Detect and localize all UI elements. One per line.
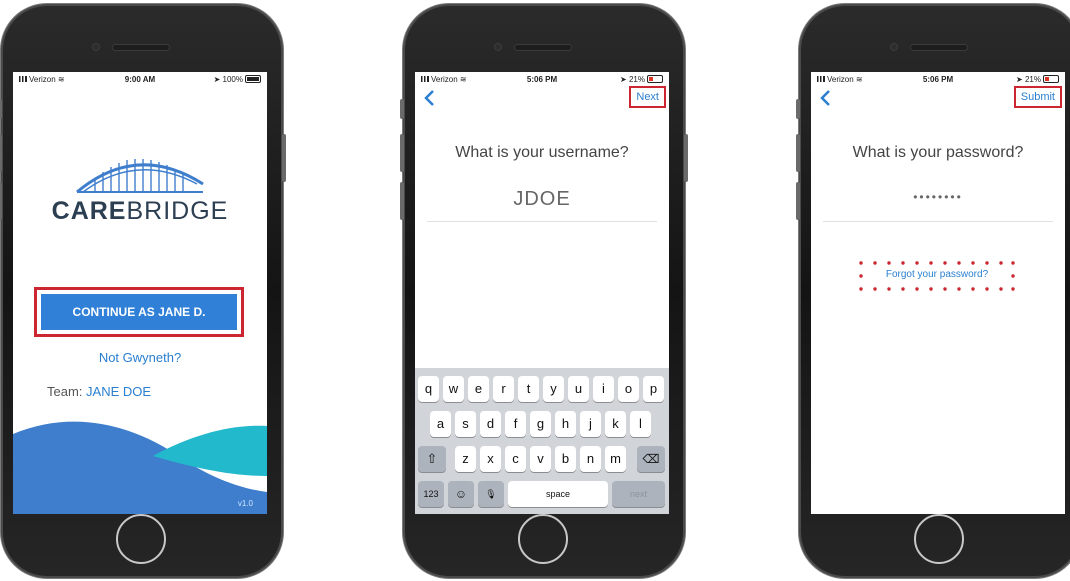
team-label: Team: xyxy=(47,384,83,399)
volume-down-button xyxy=(0,182,2,220)
side-button xyxy=(0,99,2,119)
username-input[interactable]: JDOE xyxy=(415,188,669,211)
volume-up-button xyxy=(400,134,404,172)
volume-up-button xyxy=(0,134,2,172)
shift-key-icon[interactable]: ⇧ xyxy=(418,446,446,472)
phone-2: Verizon ≋ 5:06 PM ➤ 21% Next What is you… xyxy=(400,4,688,578)
nav-bar: Next xyxy=(415,86,669,112)
key[interactable]: p xyxy=(643,376,664,402)
on-screen-keyboard: q w e r t y u i o p a s d f g h j k l ⇧ … xyxy=(415,368,669,514)
keyboard-row-1: q w e r t y u i o p xyxy=(415,376,669,402)
key[interactable]: t xyxy=(518,376,539,402)
team-value[interactable]: JANE DOE xyxy=(86,384,151,399)
key[interactable]: m xyxy=(605,446,626,472)
back-chevron-icon[interactable] xyxy=(423,89,435,107)
home-button[interactable] xyxy=(914,514,964,564)
earpiece-speaker xyxy=(113,45,169,50)
keyboard-row-2: a s d f g h j k l xyxy=(415,411,669,437)
wave-decoration xyxy=(13,421,267,514)
front-camera xyxy=(495,44,501,50)
status-bar: Verizon ≋ 9:00 AM ➤ 100% xyxy=(13,72,267,86)
battery-icon xyxy=(1043,75,1059,83)
username-screen: Verizon ≋ 5:06 PM ➤ 21% Next What is you… xyxy=(415,72,669,514)
team-info: Team: JANE DOE xyxy=(47,384,151,399)
login-screen: Verizon ≋ 9:00 AM ➤ 100% CAREBRIDGE CONT… xyxy=(13,72,267,514)
key[interactable]: b xyxy=(555,446,576,472)
input-underline xyxy=(427,221,657,222)
keyboard-row-4: 123 ☺ 🎙 space next xyxy=(415,481,669,507)
front-camera xyxy=(891,44,897,50)
key[interactable]: v xyxy=(530,446,551,472)
power-button xyxy=(282,134,286,182)
key[interactable]: s xyxy=(455,411,476,437)
keyboard-row-3: ⇧ z x c v b n m ⌫ xyxy=(415,446,669,472)
password-screen: Verizon ≋ 5:06 PM ➤ 21% Submit What is y… xyxy=(811,72,1065,514)
battery-icon xyxy=(647,75,663,83)
status-bar: Verizon ≋ 5:06 PM ➤ 21% xyxy=(811,72,1065,86)
key[interactable]: d xyxy=(480,411,501,437)
not-user-link[interactable]: Not Gwyneth? xyxy=(13,350,267,365)
username-question: What is your username? xyxy=(455,144,629,161)
key[interactable]: x xyxy=(480,446,501,472)
key[interactable]: i xyxy=(593,376,614,402)
phone-1: Verizon ≋ 9:00 AM ➤ 100% CAREBRIDGE CONT… xyxy=(0,4,286,578)
back-chevron-icon[interactable] xyxy=(819,89,831,107)
nav-bar: Submit xyxy=(811,86,1065,112)
side-button xyxy=(400,99,404,119)
earpiece-speaker xyxy=(515,45,571,50)
password-input[interactable]: •••••••• xyxy=(811,190,1065,204)
key[interactable]: z xyxy=(455,446,476,472)
password-question: What is your password? xyxy=(852,144,1024,161)
battery-percent: 21% xyxy=(628,75,645,84)
key[interactable]: r xyxy=(493,376,514,402)
microphone-key-icon[interactable]: 🎙 xyxy=(478,481,504,507)
space-key[interactable]: space xyxy=(508,481,608,507)
location-icon: ➤ xyxy=(213,75,221,84)
carebridge-logo-icon xyxy=(76,159,204,194)
key[interactable]: g xyxy=(530,411,551,437)
battery-icon xyxy=(245,75,261,83)
key[interactable]: l xyxy=(630,411,651,437)
side-button xyxy=(796,99,800,119)
earpiece-speaker xyxy=(911,45,967,50)
input-underline xyxy=(823,221,1053,222)
home-button[interactable] xyxy=(518,514,568,564)
continue-as-user-button[interactable]: CONTINUE AS JANE D. xyxy=(34,287,244,337)
forgot-password-highlight: Forgot your password? xyxy=(857,260,1017,292)
keyboard-next-key[interactable]: next xyxy=(612,481,665,507)
forgot-password-link[interactable]: Forgot your password? xyxy=(857,269,1017,280)
key[interactable]: c xyxy=(505,446,526,472)
delete-key-icon[interactable]: ⌫ xyxy=(637,446,665,472)
version-label: v1.0 xyxy=(237,499,253,508)
location-icon: ➤ xyxy=(620,75,627,84)
next-button[interactable]: Next xyxy=(629,86,666,108)
key[interactable]: h xyxy=(555,411,576,437)
battery-percent: 100% xyxy=(222,75,243,84)
key[interactable]: o xyxy=(618,376,639,402)
key[interactable]: a xyxy=(430,411,451,437)
volume-up-button xyxy=(796,134,800,172)
key[interactable]: f xyxy=(505,411,526,437)
location-icon: ➤ xyxy=(1016,75,1023,84)
front-camera xyxy=(93,44,99,50)
key[interactable]: k xyxy=(605,411,626,437)
volume-down-button xyxy=(796,182,800,220)
key[interactable]: q xyxy=(418,376,439,402)
home-button[interactable] xyxy=(116,514,166,564)
brand-wordmark: CAREBRIDGE xyxy=(51,197,229,225)
power-button xyxy=(684,134,688,182)
emoji-key-icon[interactable]: ☺ xyxy=(448,481,474,507)
key[interactable]: y xyxy=(543,376,564,402)
key[interactable]: j xyxy=(580,411,601,437)
key[interactable]: n xyxy=(580,446,601,472)
numbers-key[interactable]: 123 xyxy=(418,481,444,507)
submit-button[interactable]: Submit xyxy=(1013,86,1063,108)
phone-3: Verizon ≋ 5:06 PM ➤ 21% Submit What is y… xyxy=(796,4,1070,578)
key[interactable]: e xyxy=(468,376,489,402)
volume-down-button xyxy=(400,182,404,220)
status-bar: Verizon ≋ 5:06 PM ➤ 21% xyxy=(415,72,669,86)
battery-percent: 21% xyxy=(1024,75,1041,84)
key[interactable]: w xyxy=(443,376,464,402)
key[interactable]: u xyxy=(568,376,589,402)
